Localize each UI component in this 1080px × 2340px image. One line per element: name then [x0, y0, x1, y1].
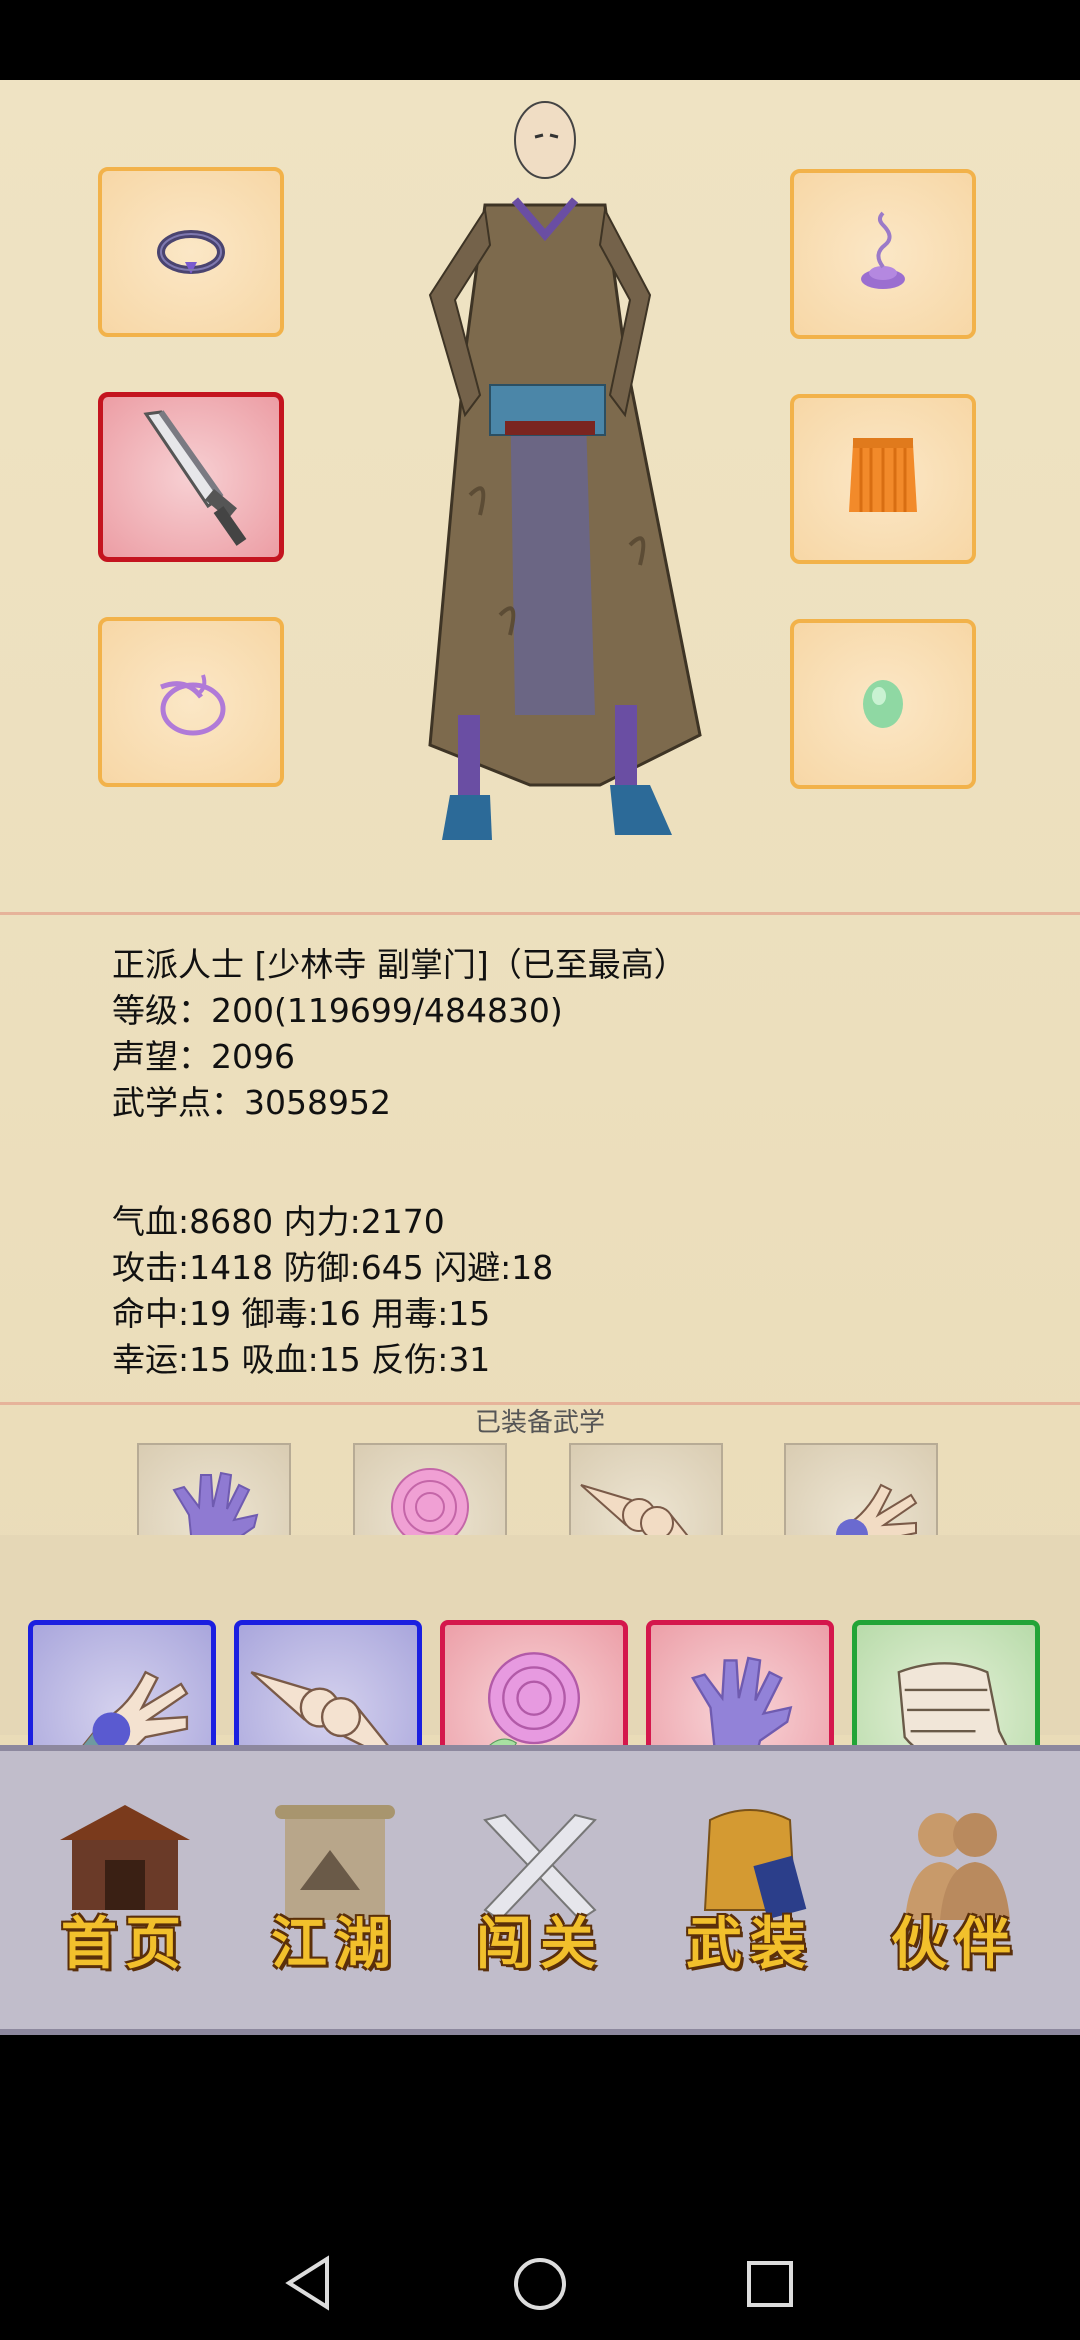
character-figure	[428, 101, 702, 840]
level-text: 等级：200(119699/484830)	[112, 991, 563, 1030]
nav-jianghu-label: 江湖	[271, 1911, 399, 1977]
stats-line-3: 命中:19 御毒:16 用毒:15	[112, 1294, 491, 1333]
nav-gear-label: 武装	[686, 1911, 814, 1977]
faction-text: 正派人士 [少林寺 副掌门]（已至最高）	[112, 945, 687, 984]
equip-slot-ring[interactable]	[98, 617, 284, 787]
incense-icon	[861, 211, 905, 289]
home-icon[interactable]	[512, 2256, 568, 2312]
reputation-text: 声望：2096	[112, 1037, 295, 1076]
nav-home-label: 首页	[61, 1911, 189, 1977]
jade-icon	[863, 680, 903, 728]
divider-top	[0, 912, 1080, 915]
stats-line-4: 幸运:15 吸血:15 反伤:31	[112, 1340, 491, 1379]
ring-icon	[160, 674, 226, 736]
nav-partner-label: 伙伴	[891, 1911, 1019, 1977]
equip-slot-armor[interactable]	[790, 394, 976, 564]
equip-slot-bracelet[interactable]	[98, 167, 284, 337]
martial-points-text: 武学点：3058952	[112, 1083, 391, 1122]
nav-challenge-label: 闯关	[476, 1911, 604, 1977]
nav-home[interactable]: 首页	[40, 1800, 210, 1980]
nav-challenge[interactable]: 闯关	[455, 1800, 625, 1980]
back-icon[interactable]	[283, 2255, 333, 2311]
status-bar	[0, 0, 1080, 80]
sword-icon	[143, 410, 247, 546]
equip-slot-jade[interactable]	[790, 619, 976, 789]
stats-line-2: 攻击:1418 防御:645 闪避:18	[112, 1248, 554, 1287]
equipped-skills-title: 已装备武学	[474, 1408, 605, 1438]
stats-line-1: 气血:8680 内力:2170	[112, 1202, 445, 1241]
system-navigation-bar	[0, 2085, 1080, 2340]
equip-slot-accessory[interactable]	[790, 169, 976, 339]
armor-icon	[849, 438, 917, 512]
equip-slot-weapon[interactable]	[98, 392, 284, 562]
bracelet-icon	[157, 230, 225, 274]
recents-icon[interactable]	[745, 2259, 795, 2309]
nav-partner[interactable]: 伙伴	[870, 1800, 1040, 1980]
nav-gear[interactable]: 武装	[665, 1800, 835, 1980]
nav-jianghu[interactable]: 江湖	[250, 1800, 420, 1980]
